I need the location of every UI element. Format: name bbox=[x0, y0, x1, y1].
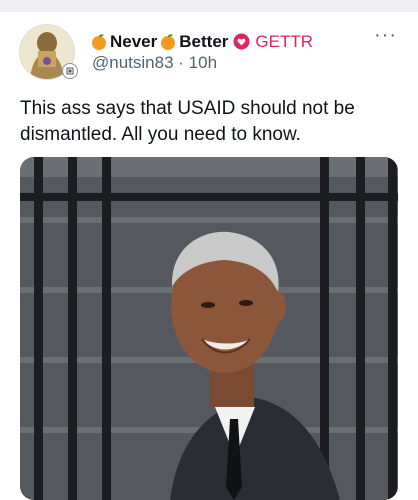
handle-row: @nutsin83 · 10h bbox=[92, 53, 217, 73]
user-handle[interactable]: @nutsin83 bbox=[92, 53, 174, 72]
platform-tag: GETTR bbox=[255, 32, 313, 51]
display-name[interactable]: Never Better GETTR bbox=[90, 30, 313, 54]
separator: · bbox=[178, 53, 184, 72]
post-image[interactable] bbox=[20, 157, 398, 500]
red-heart-badge-icon bbox=[233, 33, 251, 51]
timestamp[interactable]: 10h bbox=[189, 53, 217, 72]
post-text: This ass says that USAID should not be d… bbox=[20, 98, 355, 145]
display-name-part-1: Never bbox=[110, 32, 158, 51]
display-name-part-2: Better bbox=[179, 32, 229, 51]
orange-emoji-icon bbox=[90, 33, 108, 51]
top-divider-bar bbox=[0, 0, 418, 12]
post-card[interactable]: Never Better GETTR @nutsin83 · 10h ··· T… bbox=[0, 12, 418, 500]
verified-badge-icon bbox=[62, 63, 78, 79]
orange-emoji-icon bbox=[159, 33, 177, 51]
more-options-button[interactable]: ··· bbox=[374, 25, 397, 45]
